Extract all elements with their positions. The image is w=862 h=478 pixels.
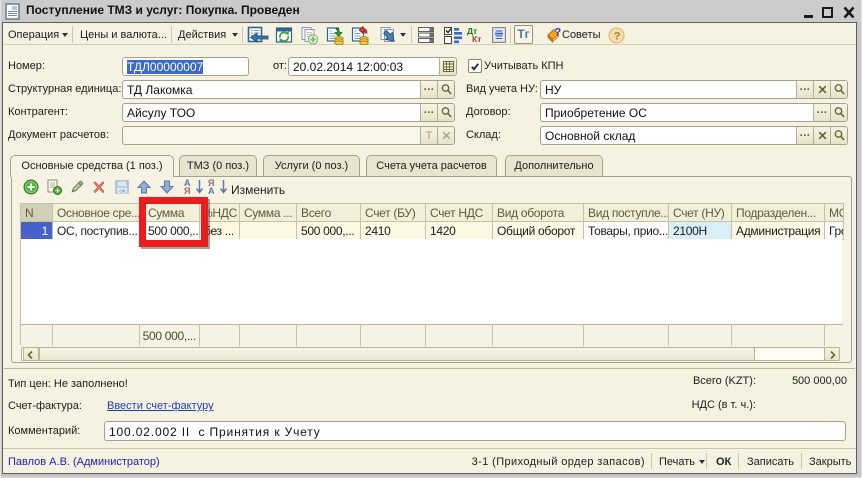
- svg-text:?: ?: [555, 27, 562, 39]
- svg-text:ОК: ОК: [119, 189, 126, 194]
- svg-text:?: ?: [614, 31, 621, 43]
